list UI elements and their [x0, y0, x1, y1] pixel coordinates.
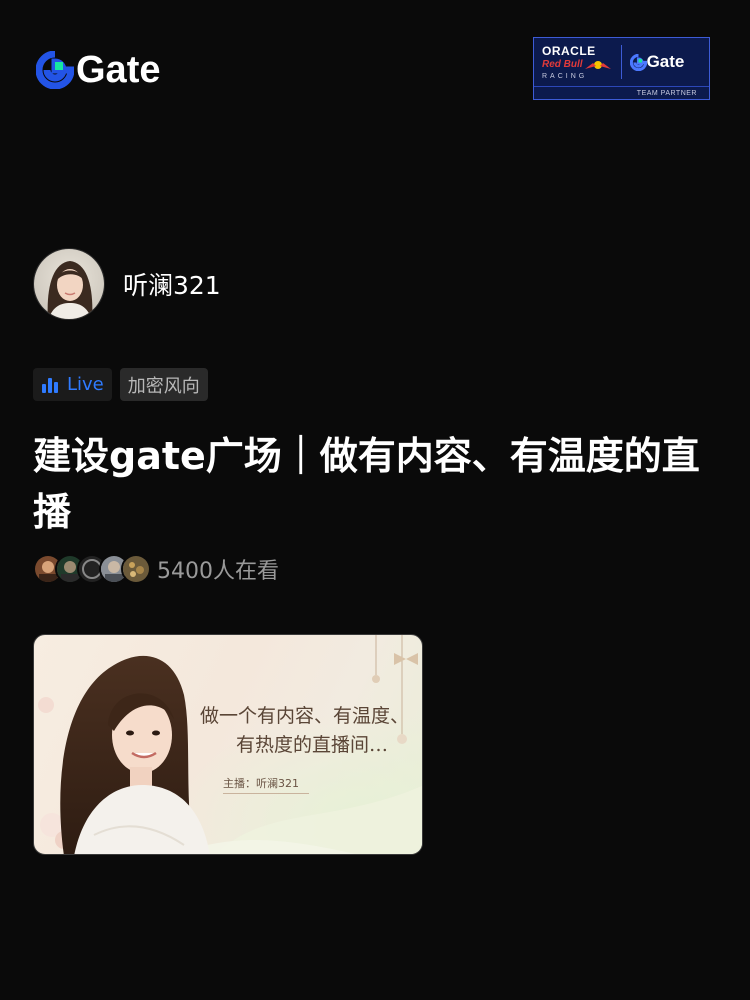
oracle-wordmark: ORACLE	[542, 43, 596, 58]
live-bars-icon	[42, 377, 58, 393]
viewer-avatars	[33, 554, 151, 584]
cover-host-label: 主播：听澜321	[223, 777, 299, 790]
live-badge: Live	[33, 368, 112, 401]
cover-headline-2: 有热度的直播间…	[236, 734, 389, 756]
stream-cover[interactable]: 做一个有内容、有温度、 有热度的直播间… 主播：听澜321	[33, 634, 423, 855]
category-label: 加密风向	[127, 375, 200, 397]
cover-host-underline	[223, 793, 309, 794]
host-avatar[interactable]	[33, 248, 105, 320]
gate-logo[interactable]: Gate	[36, 50, 160, 90]
viewer-avatar	[121, 554, 151, 584]
gate-logo-text: Gate	[76, 49, 161, 91]
redbull-wordmark: Red Bull	[542, 58, 583, 70]
partner-divider	[620, 45, 622, 79]
live-label: Live	[67, 374, 104, 395]
viewer-info: 5400人在看	[33, 553, 279, 585]
team-partner-label: TEAM PARTNER	[636, 89, 697, 97]
partner-gate-text: Gate	[646, 52, 685, 71]
viewer-count: 5400人在看	[157, 559, 279, 584]
cover-headline-1: 做一个有内容、有温度、	[200, 705, 410, 727]
host-profile[interactable]: 听澜321	[33, 248, 221, 320]
stream-title: 建设gate广场｜做有内容、有温度的直播	[33, 434, 700, 534]
racing-wordmark: RACING	[542, 72, 588, 80]
category-tag[interactable]: 加密风向	[119, 368, 208, 401]
stream-tags: Live 加密风向	[33, 368, 208, 401]
gate-small-icon	[629, 53, 647, 71]
host-name[interactable]: 听澜321	[123, 266, 221, 302]
redbull-bulls-icon	[584, 60, 611, 69]
team-partner-badge: ORACLE Red Bull RACING Gate TEAM PARTNER	[533, 37, 710, 100]
partner-gate-logo: Gate	[629, 52, 685, 72]
gate-logo-icon	[36, 51, 74, 89]
